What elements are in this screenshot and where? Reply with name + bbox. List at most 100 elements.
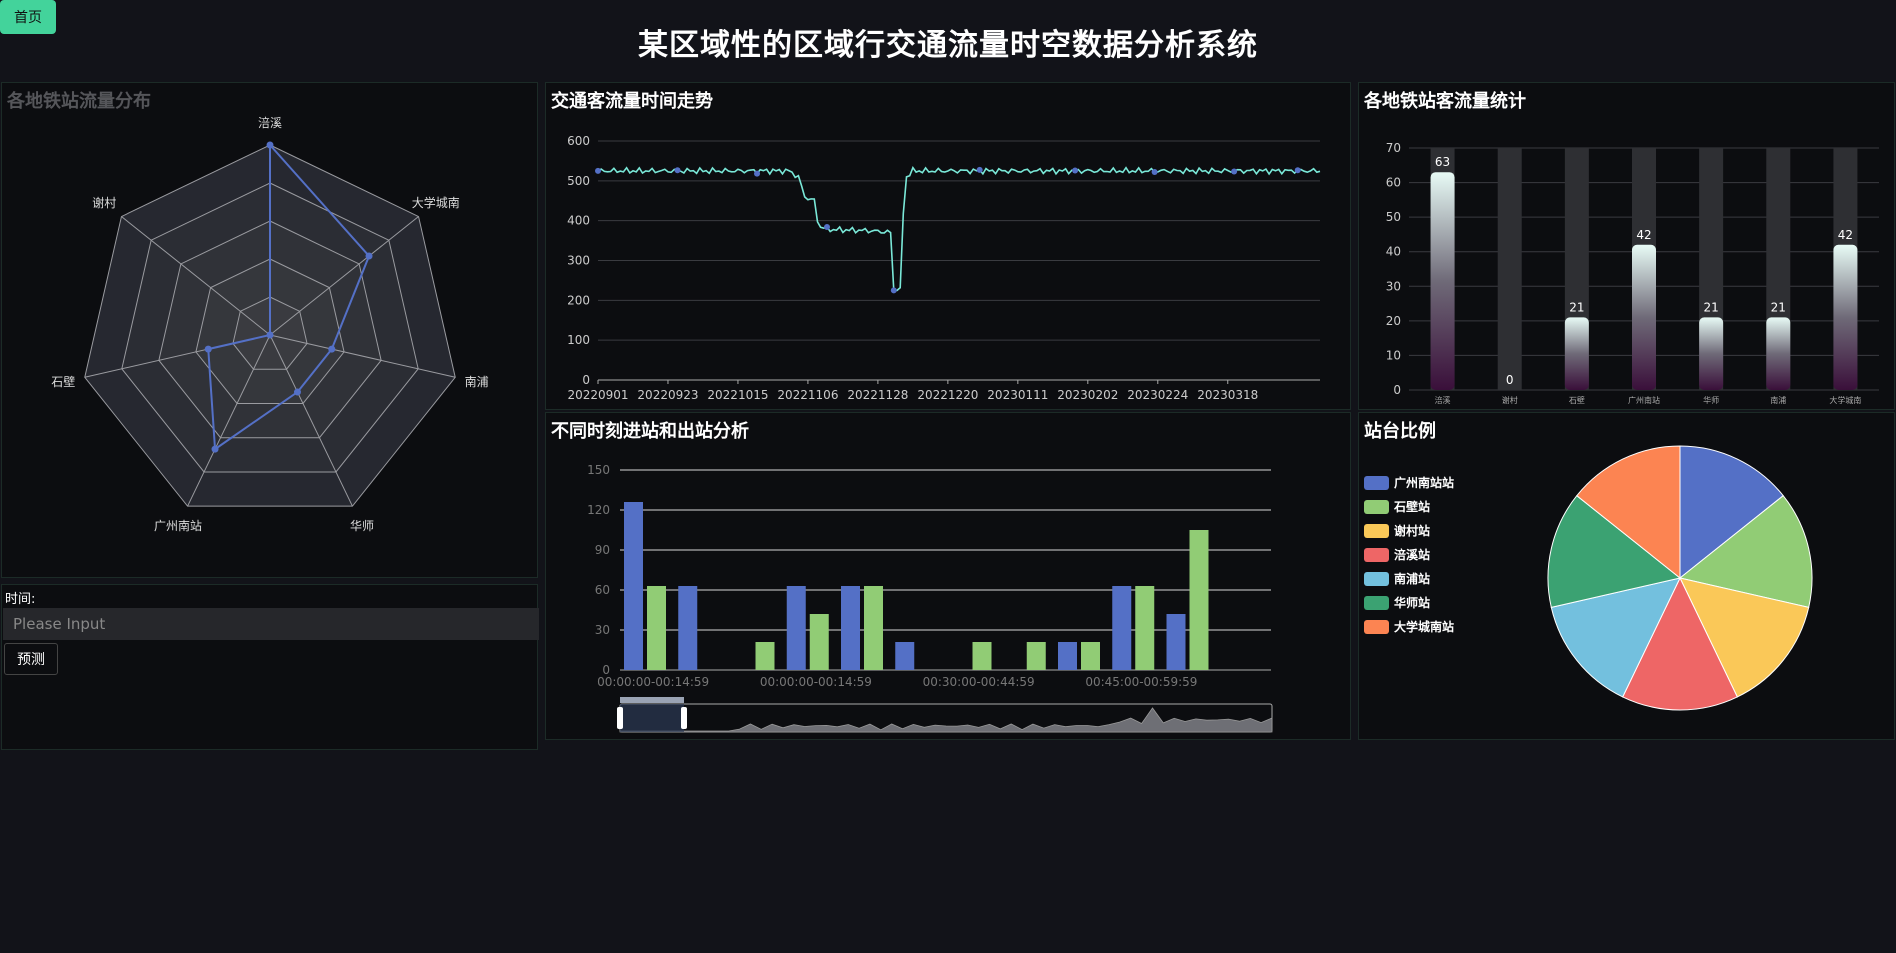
pie-legend-label: 大学城南站 [1394,619,1454,634]
radar-chart: 涪溪大学城南南浦华师 广州南站 石壁 谢村 [51,115,488,533]
line-x-tick: 20221128 [847,388,908,402]
line-x-tick: 20230111 [987,388,1048,402]
line-y-tick: 600 [567,134,590,148]
line-x-tick: 20221015 [707,388,768,402]
pie-panel: 站台比例 广州南站站 石壁站 谢村站 涪溪站 南浦站 华师站 大学城南站 [1358,412,1895,740]
inout-panel: 不同时刻进站和出站分析 0 30 60 90 120 150 00:00:00-00:14:… [545,412,1351,740]
inout-bar [1058,642,1077,670]
radar-point [365,252,373,260]
inout-bar [972,642,992,670]
inout-bar [841,586,860,670]
line-chart: 0 100 200 300 400 500 600 20220901 20220923 20221… [567,134,1321,402]
line-y-tick: 100 [567,333,590,347]
inout-y-tick: 60 [595,583,610,597]
pie-legend-label: 华师站 [1394,595,1430,610]
pie-legend-swatch [1364,524,1389,538]
line-x-tick: 20220923 [637,388,698,402]
line-point [1294,167,1301,174]
predict-form: 时间: 预测 [1,584,539,750]
radar-indicator-label: 谢村 [92,195,116,210]
bar-x-tick: 广州南站 [1628,395,1660,405]
inout-y-tick: 30 [595,623,610,637]
bar-y-tick: 40 [1386,245,1401,259]
line-point [674,167,681,174]
inout-bar [624,502,643,670]
bar-value-label: 42 [1636,228,1651,242]
line-y-tick: 400 [567,214,590,228]
bar [1833,244,1858,390]
inout-bar [1081,642,1100,670]
bar [1766,317,1791,390]
inout-x-tick: 00:00:00-00:14:59 [760,675,872,689]
inout-bar [864,586,883,670]
station-bar-chart: 0 10 20 30 40 50 60 70 63 涪溪 0 谢村 21 石壁 42 广州南站 21 华师 21 南浦… [1386,141,1879,405]
line-point [824,223,831,230]
line-point [890,287,897,294]
bar-value-label: 21 [1771,300,1786,314]
radar-point [266,331,274,339]
bar-value-label: 63 [1435,155,1450,169]
inout-y-tick: 120 [587,503,610,517]
bar-value-label: 21 [1569,300,1584,314]
line-y-tick: 200 [567,293,590,307]
inout-bar [809,614,829,670]
bar [1699,317,1724,390]
predict-button[interactable]: 预测 [4,643,58,675]
pie-legend-swatch [1364,500,1389,514]
radar-indicator-label: 石壁 [51,374,75,389]
inout-bar-chart: 030609012015000:00:00-00:14:59 00:00:00-0… [587,463,1273,733]
bar [1430,172,1455,390]
pie-legend-label: 南浦站 [1394,571,1430,586]
line-point [976,166,983,173]
inout-bar [755,642,775,670]
bar-x-tick: 涪溪 [1435,395,1451,405]
inout-x-tick: 00:45:00-00:59:59 [1085,675,1197,689]
pie-legend-label: 谢村站 [1394,523,1430,538]
bar-x-tick: 石壁 [1569,395,1585,405]
inout-y-tick: 90 [595,543,610,557]
station-bar-panel: 各地铁站客流量统计 0 10 20 30 40 50 60 70 63 涪溪 0 谢村 21 石壁 42 广州… [1358,82,1895,410]
radar-indicator-label: 涪溪 [258,115,282,130]
inout-y-tick: 150 [587,463,610,477]
bar-y-tick: 20 [1386,314,1401,328]
inout-bar [1166,614,1186,670]
line-point [1072,167,1079,174]
pie-legend-swatch [1364,620,1389,634]
bar-x-tick: 大学城南 [1829,395,1861,405]
bar [1564,317,1589,390]
bar-y-tick: 30 [1386,279,1401,293]
radar-point [293,388,301,396]
pie-legend-label: 涪溪站 [1394,547,1430,562]
zoom-slider-window [620,704,684,732]
inout-bar [786,586,806,670]
radar-indicator-label: 大学城南 [412,195,460,210]
inout-bar [895,642,915,670]
pie-legend-swatch [1364,596,1389,610]
bar-value-label: 0 [1506,373,1514,387]
line-series [597,166,1321,292]
radar-point [328,345,336,353]
bar-background [1497,148,1522,390]
line-x-tick: 20220901 [567,388,628,402]
bar [1632,244,1656,390]
bar-y-tick: 0 [1393,383,1401,397]
inout-x-tick: 00:00:00-00:14:59 [597,675,709,689]
line-panel: 交通客流量时间走势 0 100 200 300 400 500 600 20220901 202… [545,82,1351,410]
time-input[interactable] [3,608,539,640]
zoom-handle-right[interactable] [681,707,687,729]
time-label: 时间: [5,592,36,607]
inout-bar [1135,586,1155,670]
pie-legend-swatch [1364,548,1389,562]
line-point [754,170,761,177]
zoom-handle-left[interactable] [617,707,623,729]
inout-bar [678,586,698,670]
radar-point [204,345,212,353]
line-point [1231,168,1238,175]
line-y-tick: 500 [567,174,590,188]
line-x-tick: 20221220 [917,388,978,402]
line-y-tick: 300 [567,254,590,268]
pie-chart: 广州南站站石壁站谢村站涪溪站南浦站华师站大学城南站 [1364,445,1813,711]
bar-y-tick: 10 [1386,348,1401,362]
line-x-tick: 20230224 [1127,388,1188,402]
radar-indicator-label: 华师 [350,519,374,533]
